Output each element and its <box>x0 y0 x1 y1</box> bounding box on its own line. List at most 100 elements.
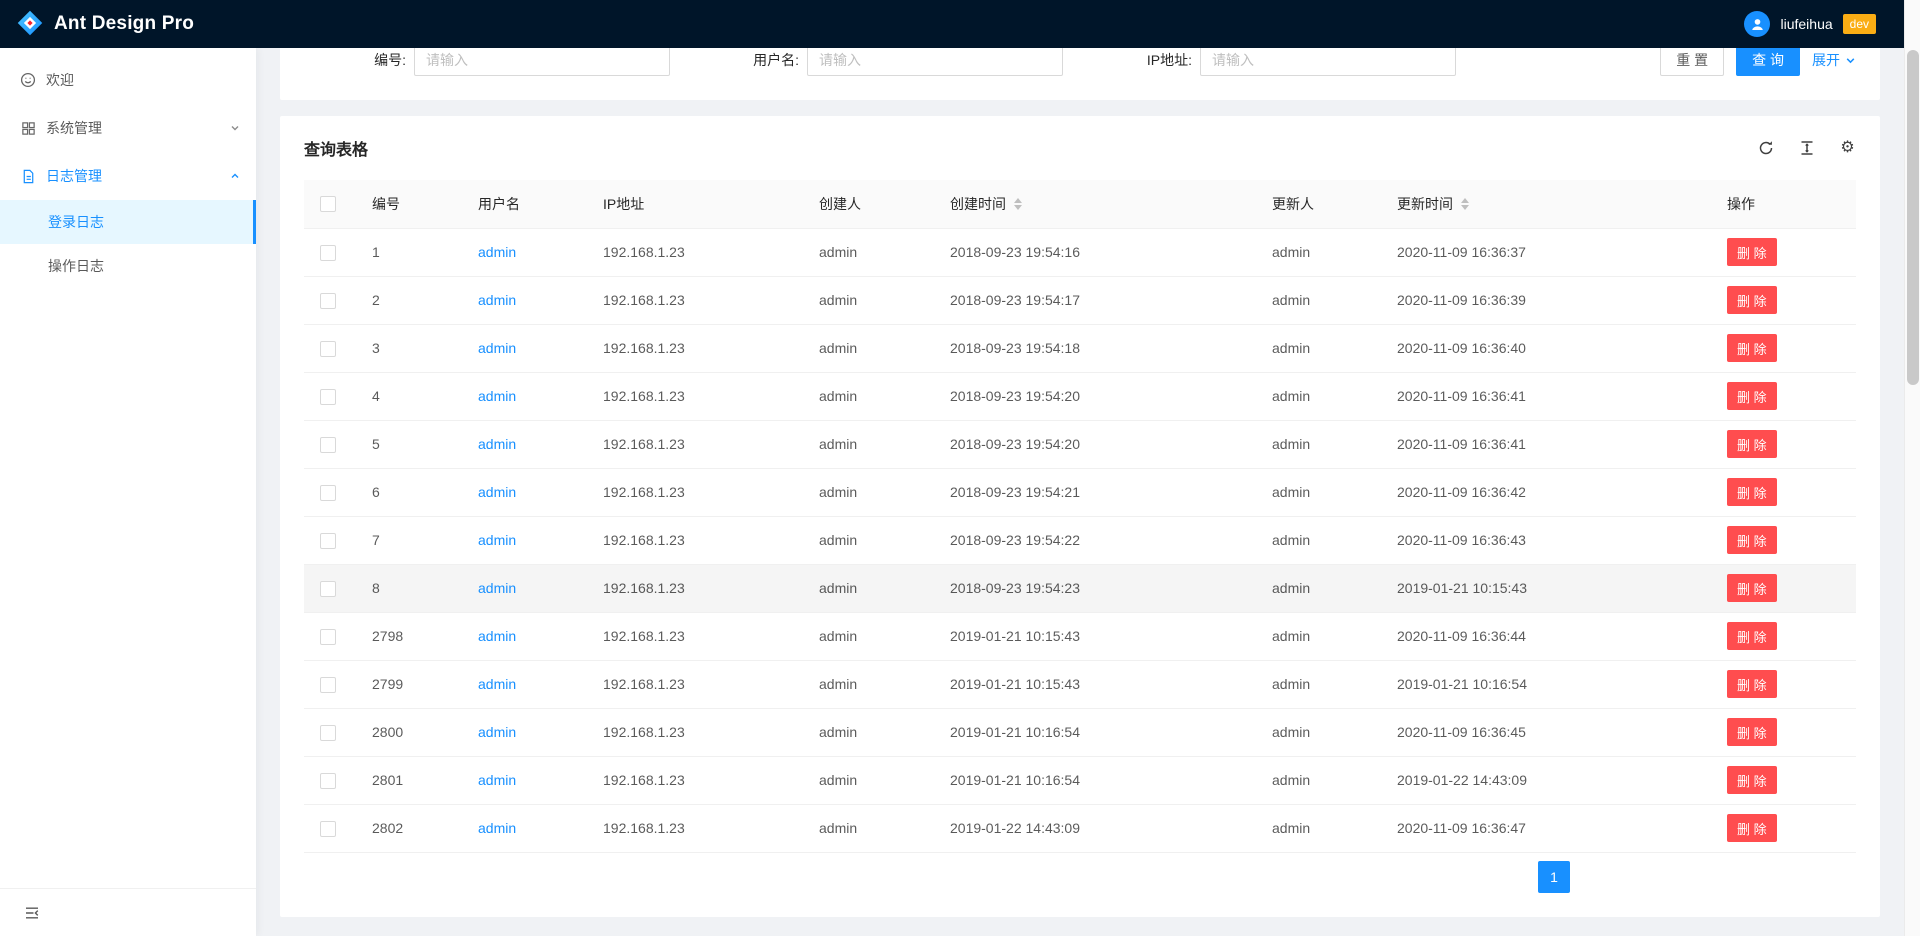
row-checkbox[interactable] <box>320 629 336 645</box>
table-row: 2801admin192.168.1.23admin2019-01-21 10:… <box>304 756 1856 804</box>
delete-button[interactable]: 删 除 <box>1727 622 1777 650</box>
delete-button[interactable]: 删 除 <box>1727 238 1777 266</box>
cell-updated-time: 2020-11-09 16:36:41 <box>1381 372 1711 420</box>
cell-username: admin <box>462 804 587 852</box>
column-height-icon[interactable] <box>1798 140 1815 157</box>
cell-row-select <box>304 756 356 804</box>
table-card-header: 查询表格 ⚙ <box>280 116 1880 180</box>
column-header-updated-time[interactable]: 更新时间 <box>1381 180 1711 228</box>
search-button[interactable]: 查 询 <box>1736 44 1800 76</box>
delete-button[interactable]: 删 除 <box>1727 766 1777 794</box>
sidebar-item-log-management[interactable]: 日志管理 <box>0 152 256 200</box>
delete-button[interactable]: 删 除 <box>1727 430 1777 458</box>
sidebar-item-login-log[interactable]: 登录日志 <box>0 200 256 244</box>
cell-actions: 删 除 <box>1711 660 1856 708</box>
ip-input[interactable] <box>1200 44 1456 76</box>
column-header-id: 编号 <box>356 180 462 228</box>
cell-row-select <box>304 516 356 564</box>
delete-button[interactable]: 删 除 <box>1727 814 1777 842</box>
column-header-created-time[interactable]: 创建时间 <box>934 180 1256 228</box>
delete-button[interactable]: 删 除 <box>1727 574 1777 602</box>
row-checkbox[interactable] <box>320 773 336 789</box>
delete-button[interactable]: 删 除 <box>1727 382 1777 410</box>
row-checkbox[interactable] <box>320 725 336 741</box>
ip-field-label: IP地址: <box>1090 50 1200 70</box>
user-name[interactable]: liufeihua <box>1780 16 1832 32</box>
cell-updated-time: 2020-11-09 16:36:37 <box>1381 228 1711 276</box>
username-link[interactable]: admin <box>478 436 516 452</box>
sidebar-item-welcome[interactable]: 欢迎 <box>0 56 256 104</box>
sort-icon[interactable] <box>1014 198 1022 210</box>
reset-button[interactable]: 重 置 <box>1660 44 1724 76</box>
cell-creator: admin <box>803 468 934 516</box>
username-link[interactable]: admin <box>478 724 516 740</box>
username-link[interactable]: admin <box>478 388 516 404</box>
settings-gear-icon[interactable]: ⚙ <box>1839 140 1856 157</box>
row-checkbox[interactable] <box>320 581 336 597</box>
username-input[interactable] <box>807 44 1063 76</box>
sidebar-item-system-management[interactable]: 系统管理 <box>0 104 256 152</box>
cell-username: admin <box>462 276 587 324</box>
username-link[interactable]: admin <box>478 820 516 836</box>
vertical-scrollbar[interactable] <box>1904 0 1920 936</box>
cell-id: 2801 <box>356 756 462 804</box>
cell-ip: 192.168.1.23 <box>587 276 803 324</box>
delete-button[interactable]: 删 除 <box>1727 478 1777 506</box>
delete-button[interactable]: 删 除 <box>1727 334 1777 362</box>
username-link[interactable]: admin <box>478 628 516 644</box>
cell-ip: 192.168.1.23 <box>587 756 803 804</box>
sidebar-item-operation-log[interactable]: 操作日志 <box>0 244 256 288</box>
delete-button[interactable]: 删 除 <box>1727 718 1777 746</box>
cell-created-time: 2018-09-23 19:54:23 <box>934 564 1256 612</box>
cell-row-select <box>304 228 356 276</box>
expand-link[interactable]: 展开 <box>1812 50 1856 70</box>
row-checkbox[interactable] <box>320 677 336 693</box>
delete-button[interactable]: 删 除 <box>1727 670 1777 698</box>
cell-updated-time: 2020-11-09 16:36:42 <box>1381 468 1711 516</box>
cell-updater: admin <box>1256 276 1381 324</box>
delete-button[interactable]: 删 除 <box>1727 286 1777 314</box>
brand[interactable]: Ant Design Pro <box>16 9 194 40</box>
cell-creator: admin <box>803 228 934 276</box>
table-row: 4admin192.168.1.23admin2018-09-23 19:54:… <box>304 372 1856 420</box>
row-checkbox[interactable] <box>320 245 336 261</box>
cell-updated-time: 2019-01-21 10:16:54 <box>1381 660 1711 708</box>
username-link[interactable]: admin <box>478 244 516 260</box>
username-link[interactable]: admin <box>478 580 516 596</box>
cell-updater: admin <box>1256 228 1381 276</box>
row-checkbox[interactable] <box>320 341 336 357</box>
row-checkbox[interactable] <box>320 533 336 549</box>
appstore-icon <box>20 120 36 136</box>
select-all-checkbox[interactable] <box>320 196 336 212</box>
cell-updated-time: 2020-11-09 16:36:40 <box>1381 324 1711 372</box>
row-checkbox[interactable] <box>320 437 336 453</box>
username-link[interactable]: admin <box>478 676 516 692</box>
user-avatar[interactable] <box>1744 11 1770 37</box>
cell-creator: admin <box>803 372 934 420</box>
username-link[interactable]: admin <box>478 484 516 500</box>
cell-row-select <box>304 276 356 324</box>
username-link[interactable]: admin <box>478 532 516 548</box>
row-checkbox[interactable] <box>320 293 336 309</box>
cell-creator: admin <box>803 708 934 756</box>
row-checkbox[interactable] <box>320 485 336 501</box>
sort-icon[interactable] <box>1461 198 1469 210</box>
id-input[interactable] <box>414 44 670 76</box>
username-link[interactable]: admin <box>478 292 516 308</box>
username-link[interactable]: admin <box>478 772 516 788</box>
cell-updater: admin <box>1256 756 1381 804</box>
sidebar-footer <box>0 888 256 936</box>
delete-button[interactable]: 删 除 <box>1727 526 1777 554</box>
row-checkbox[interactable] <box>320 389 336 405</box>
reload-icon[interactable] <box>1757 140 1774 157</box>
app-header: Ant Design Pro liufeihua dev <box>0 0 1920 48</box>
pagination-active-page[interactable]: 1 <box>1538 861 1570 893</box>
menu-fold-icon[interactable] <box>24 905 40 921</box>
scrollbar-thumb[interactable] <box>1907 50 1919 385</box>
username-link[interactable]: admin <box>478 340 516 356</box>
cell-actions: 删 除 <box>1711 564 1856 612</box>
row-checkbox[interactable] <box>320 821 336 837</box>
column-header-actions: 操作 <box>1711 180 1856 228</box>
table-row: 2800admin192.168.1.23admin2019-01-21 10:… <box>304 708 1856 756</box>
cell-updated-time: 2019-01-21 10:15:43 <box>1381 564 1711 612</box>
